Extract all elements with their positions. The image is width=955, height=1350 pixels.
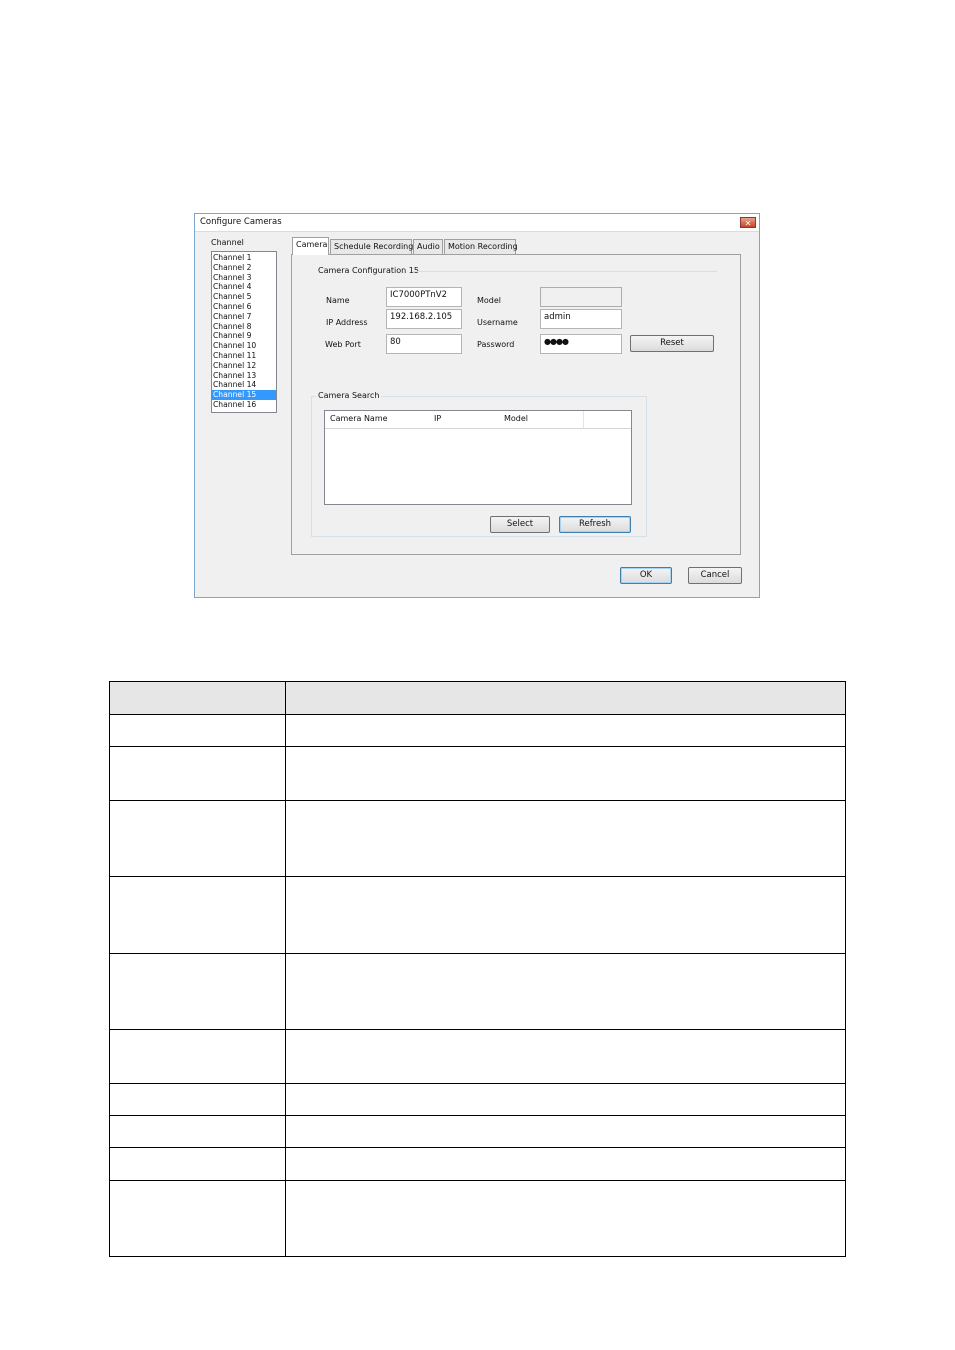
name-field[interactable]: IC7000PTnV2 bbox=[386, 287, 462, 307]
ok-button[interactable]: OK bbox=[620, 567, 672, 584]
table-header-row bbox=[109, 681, 846, 715]
table-cell bbox=[109, 953, 286, 1030]
table-cell bbox=[109, 714, 286, 747]
table-cell bbox=[285, 1147, 846, 1181]
table-row bbox=[109, 953, 846, 1030]
table-cell bbox=[285, 1180, 846, 1257]
table-cell bbox=[285, 681, 846, 715]
table-row bbox=[109, 876, 846, 954]
channel-list-item[interactable]: Channel 8 bbox=[212, 322, 276, 332]
channel-list-item[interactable]: Channel 3 bbox=[212, 273, 276, 283]
channel-list-item[interactable]: Channel 10 bbox=[212, 341, 276, 351]
configure-cameras-dialog: Configure Cameras ✕ Channel Channel 1 Ch… bbox=[194, 213, 760, 598]
username-label: Username bbox=[477, 318, 518, 327]
table-cell bbox=[285, 876, 846, 954]
table-cell bbox=[109, 800, 286, 877]
channel-list-item[interactable]: Channel 1 bbox=[212, 253, 276, 263]
table-cell bbox=[109, 1115, 286, 1148]
cancel-button[interactable]: Cancel bbox=[688, 567, 742, 584]
channel-list-item[interactable]: Channel 2 bbox=[212, 263, 276, 273]
ip-address-label: IP Address bbox=[326, 318, 368, 327]
camera-search-results[interactable]: Camera Name IP Model bbox=[324, 410, 632, 505]
table-cell bbox=[109, 1180, 286, 1257]
column-model[interactable]: Model bbox=[504, 414, 528, 423]
dialog-title: Configure Cameras bbox=[200, 217, 282, 227]
table-row bbox=[109, 800, 846, 877]
reset-button[interactable]: Reset bbox=[630, 335, 714, 352]
password-field[interactable]: ●●●● bbox=[540, 334, 622, 354]
model-field bbox=[540, 287, 622, 307]
table-cell bbox=[285, 953, 846, 1030]
table-row bbox=[109, 1083, 846, 1116]
camera-search-title: Camera Search bbox=[316, 391, 382, 400]
ip-address-field[interactable]: 192.168.2.105 bbox=[386, 309, 462, 329]
name-label: Name bbox=[326, 296, 350, 305]
close-icon[interactable]: ✕ bbox=[740, 217, 756, 228]
table-cell bbox=[285, 714, 846, 747]
table-row bbox=[109, 1029, 846, 1084]
refresh-button[interactable]: Refresh bbox=[559, 516, 631, 533]
table-cell bbox=[285, 800, 846, 877]
web-port-field[interactable]: 80 bbox=[386, 334, 462, 354]
tab-schedule-recording[interactable]: Schedule Recording bbox=[330, 239, 413, 254]
config-group-divider bbox=[413, 271, 717, 272]
camera-config-title: Camera Configuration 15 bbox=[318, 266, 419, 275]
table-cell bbox=[285, 1115, 846, 1148]
web-port-label: Web Port bbox=[325, 340, 361, 349]
channel-list-item[interactable]: Channel 12 bbox=[212, 361, 276, 371]
table-cell bbox=[109, 746, 286, 801]
channel-list-item[interactable]: Channel 5 bbox=[212, 292, 276, 302]
table-row bbox=[109, 1115, 846, 1148]
table-row bbox=[109, 1147, 846, 1181]
table-cell bbox=[109, 876, 286, 954]
table-cell bbox=[109, 1083, 286, 1116]
table-cell bbox=[285, 1029, 846, 1084]
tab-motion-recording[interactable]: Motion Recording bbox=[444, 239, 518, 254]
username-field[interactable]: admin bbox=[540, 309, 622, 329]
channel-list-item[interactable]: Channel 14 bbox=[212, 380, 276, 390]
channel-list-item[interactable]: Channel 13 bbox=[212, 371, 276, 381]
table-cell bbox=[109, 1029, 286, 1084]
channel-list-item[interactable]: Channel 9 bbox=[212, 331, 276, 341]
title-bar[interactable]: Configure Cameras ✕ bbox=[195, 214, 759, 232]
channel-label: Channel bbox=[211, 238, 244, 247]
description-table bbox=[109, 681, 846, 1257]
table-row bbox=[109, 746, 846, 801]
tab-camera[interactable]: Camera bbox=[292, 237, 329, 255]
channel-list-item[interactable]: Channel 16 bbox=[212, 400, 276, 410]
results-header: Camera Name IP Model bbox=[325, 411, 631, 429]
table-cell bbox=[109, 1147, 286, 1181]
table-row bbox=[109, 714, 846, 747]
channel-list-item[interactable]: Channel 6 bbox=[212, 302, 276, 312]
channel-list-item-selected[interactable]: Channel 15 bbox=[212, 390, 276, 400]
column-camera-name[interactable]: Camera Name bbox=[330, 414, 388, 423]
channel-list-item[interactable]: Channel 7 bbox=[212, 312, 276, 322]
model-label: Model bbox=[477, 296, 502, 305]
channel-list-item[interactable]: Channel 11 bbox=[212, 351, 276, 361]
column-ip[interactable]: IP bbox=[434, 414, 441, 423]
column-divider bbox=[583, 411, 584, 428]
password-label: Password bbox=[477, 340, 515, 349]
table-row bbox=[109, 1180, 846, 1257]
table-cell bbox=[285, 1083, 846, 1116]
table-cell bbox=[109, 681, 286, 715]
channel-list[interactable]: Channel 1 Channel 2 Channel 3 Channel 4 … bbox=[211, 251, 277, 413]
select-button[interactable]: Select bbox=[490, 516, 550, 533]
channel-list-item[interactable]: Channel 4 bbox=[212, 282, 276, 292]
tab-audio[interactable]: Audio bbox=[413, 239, 443, 254]
table-cell bbox=[285, 746, 846, 801]
